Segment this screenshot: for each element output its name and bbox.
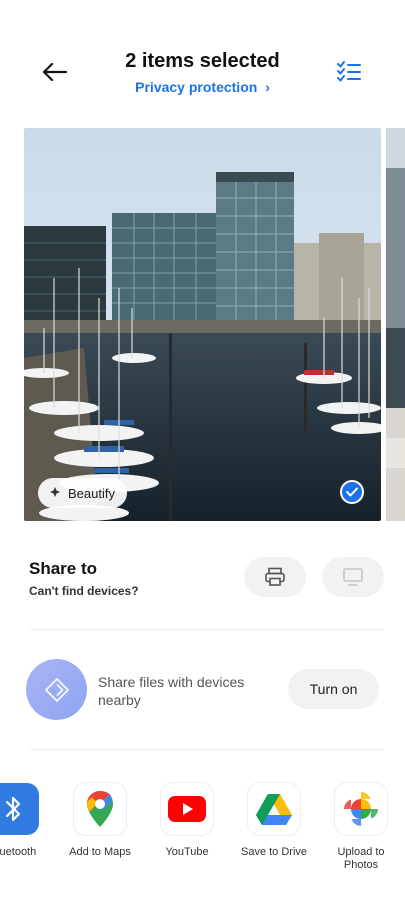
tv-icon [343, 568, 363, 586]
cant-find-devices-link[interactable]: Can't find devices? [29, 584, 139, 598]
beautify-label: Beautify [68, 485, 115, 501]
beautify-button[interactable]: Beautify [38, 478, 127, 508]
harbor-photo [24, 128, 381, 521]
printer-icon [265, 567, 285, 586]
checklist-icon [337, 61, 361, 82]
nearby-share-description: Share files with devices nearby [98, 674, 245, 708]
turn-on-button[interactable]: Turn on [288, 669, 379, 709]
google-maps-icon [74, 783, 126, 835]
nearby-share-icon [44, 677, 69, 702]
app-google-photos[interactable]: Upload to Photos [321, 783, 401, 872]
bluetooth-icon [0, 783, 39, 835]
chevron-right-icon: › [265, 79, 270, 95]
app-youtube[interactable]: YouTube [147, 783, 227, 859]
divider [30, 629, 384, 630]
print-button[interactable] [244, 557, 306, 597]
app-google-drive[interactable]: Save to Drive [234, 783, 314, 859]
nearby-share-icon-container [26, 659, 87, 720]
app-label: Bluetooth [0, 846, 37, 858]
youtube-icon [161, 783, 213, 835]
app-bluetooth[interactable]: Bluetooth [0, 783, 53, 859]
share-to-title: Share to [29, 559, 98, 578]
divider [30, 749, 384, 750]
cast-to-tv-button[interactable] [322, 557, 384, 597]
select-all-button[interactable] [336, 60, 362, 84]
selected-checkbox[interactable] [340, 480, 364, 504]
google-photos-icon [335, 783, 387, 835]
privacy-link-label: Privacy protection [135, 79, 258, 95]
app-label: Upload to Photos [337, 846, 385, 871]
second-photo [386, 128, 405, 521]
google-drive-icon [248, 783, 300, 835]
app-label: YouTube [165, 846, 209, 858]
photo-thumbnail-2[interactable] [386, 128, 405, 521]
app-google-maps[interactable]: Add to Maps [60, 783, 140, 859]
app-label: Add to Maps [69, 846, 131, 858]
checkmark-icon [346, 487, 358, 497]
photo-thumbnail-1[interactable] [24, 128, 381, 521]
app-label: Save to Drive [240, 846, 308, 858]
magic-wand-icon [50, 487, 60, 497]
